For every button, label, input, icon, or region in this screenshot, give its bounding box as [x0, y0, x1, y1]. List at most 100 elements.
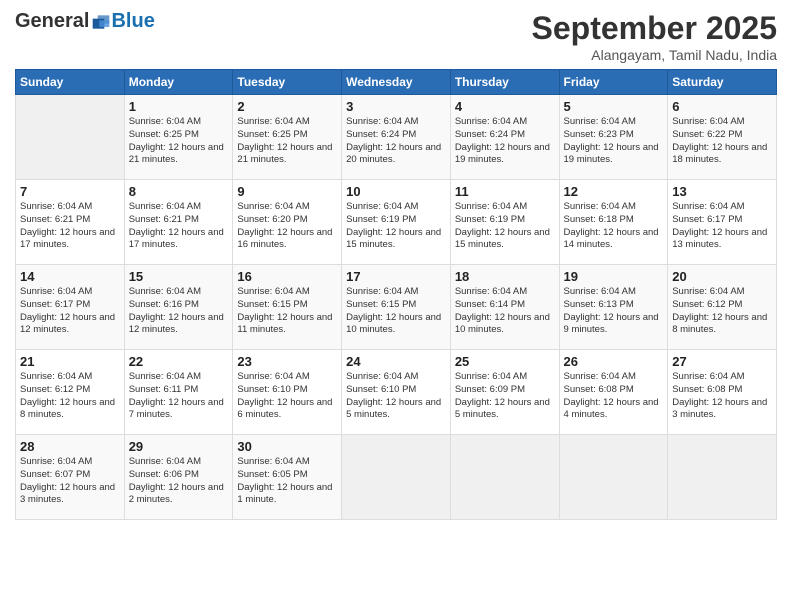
day-cell: 3 Sunrise: 6:04 AM Sunset: 6:24 PM Daylig…	[342, 95, 451, 180]
day-number: 20	[672, 269, 772, 284]
day-number: 16	[237, 269, 337, 284]
day-cell	[450, 435, 559, 520]
day-info: Sunrise: 6:04 AM Sunset: 6:17 PM Dayligh…	[672, 201, 772, 252]
week-row-4: 21 Sunrise: 6:04 AM Sunset: 6:12 PM Dayli…	[16, 350, 777, 435]
logo: General Blue	[15, 10, 155, 33]
day-cell: 26 Sunrise: 6:04 AM Sunset: 6:08 PM Dayli…	[559, 350, 668, 435]
day-number: 15	[129, 269, 229, 284]
day-cell: 24Sunrise: 6:04 AM Sunset: 6:10 PM Dayli…	[342, 350, 451, 435]
day-cell: 19 Sunrise: 6:04 AM Sunset: 6:13 PM Dayli…	[559, 265, 668, 350]
day-number: 13	[672, 184, 772, 199]
day-number: 14	[20, 269, 120, 284]
day-info: Sunrise: 6:04 AM Sunset: 6:14 PM Dayligh…	[455, 286, 555, 337]
day-cell: 18 Sunrise: 6:04 AM Sunset: 6:14 PM Dayli…	[450, 265, 559, 350]
week-row-2: 7Sunrise: 6:04 AM Sunset: 6:21 PM Daylig…	[16, 180, 777, 265]
day-info: Sunrise: 6:04 AM Sunset: 6:18 PM Dayligh…	[564, 201, 664, 252]
day-info: Sunrise: 6:04 AM Sunset: 6:17 PM Dayligh…	[20, 286, 120, 337]
day-cell: 12 Sunrise: 6:04 AM Sunset: 6:18 PM Dayli…	[559, 180, 668, 265]
day-number: 8	[129, 184, 229, 199]
day-number: 1	[129, 99, 229, 114]
day-cell: 8 Sunrise: 6:04 AM Sunset: 6:21 PM Daylig…	[124, 180, 233, 265]
day-number: 24	[346, 354, 446, 369]
logo-icon	[91, 12, 111, 32]
day-number: 28	[20, 439, 120, 454]
day-cell	[342, 435, 451, 520]
calendar-table: SundayMondayTuesdayWednesdayThursdayFrid…	[15, 69, 777, 520]
day-info: Sunrise: 6:04 AM Sunset: 6:21 PM Dayligh…	[129, 201, 229, 252]
weekday-header-monday: Monday	[124, 70, 233, 95]
weekday-header-row: SundayMondayTuesdayWednesdayThursdayFrid…	[16, 70, 777, 95]
day-info: Sunrise: 6:04 AM Sunset: 6:20 PM Dayligh…	[237, 201, 337, 252]
location: Alangayam, Tamil Nadu, India	[532, 47, 777, 63]
page: General Blue September 2025 Alangayam, T…	[0, 0, 792, 612]
weekday-header-tuesday: Tuesday	[233, 70, 342, 95]
day-number: 12	[564, 184, 664, 199]
day-cell: 29Sunrise: 6:04 AM Sunset: 6:06 PM Dayli…	[124, 435, 233, 520]
day-number: 30	[237, 439, 337, 454]
day-cell: 5Sunrise: 6:04 AM Sunset: 6:23 PM Daylig…	[559, 95, 668, 180]
day-number: 18	[455, 269, 555, 284]
day-cell: 25 Sunrise: 6:04 AM Sunset: 6:09 PM Dayli…	[450, 350, 559, 435]
day-info: Sunrise: 6:04 AM Sunset: 6:08 PM Dayligh…	[672, 371, 772, 422]
day-cell: 7Sunrise: 6:04 AM Sunset: 6:21 PM Daylig…	[16, 180, 125, 265]
title-block: September 2025 Alangayam, Tamil Nadu, In…	[532, 10, 777, 63]
day-cell: 9 Sunrise: 6:04 AM Sunset: 6:20 PM Daylig…	[233, 180, 342, 265]
logo-blue: Blue	[111, 10, 154, 33]
day-info: Sunrise: 6:04 AM Sunset: 6:07 PM Dayligh…	[20, 456, 120, 507]
day-cell: 15 Sunrise: 6:04 AM Sunset: 6:16 PM Dayli…	[124, 265, 233, 350]
day-cell: 11Sunrise: 6:04 AM Sunset: 6:19 PM Dayli…	[450, 180, 559, 265]
month-title: September 2025	[532, 10, 777, 47]
day-info: Sunrise: 6:04 AM Sunset: 6:13 PM Dayligh…	[564, 286, 664, 337]
day-number: 9	[237, 184, 337, 199]
week-row-5: 28 Sunrise: 6:04 AM Sunset: 6:07 PM Dayli…	[16, 435, 777, 520]
day-info: Sunrise: 6:04 AM Sunset: 6:12 PM Dayligh…	[20, 371, 120, 422]
day-info: Sunrise: 6:04 AM Sunset: 6:21 PM Dayligh…	[20, 201, 120, 252]
day-cell	[668, 435, 777, 520]
day-info: Sunrise: 6:04 AM Sunset: 6:10 PM Dayligh…	[237, 371, 337, 422]
weekday-header-sunday: Sunday	[16, 70, 125, 95]
day-info: Sunrise: 6:04 AM Sunset: 6:22 PM Dayligh…	[672, 116, 772, 167]
day-cell: 10Sunrise: 6:04 AM Sunset: 6:19 PM Dayli…	[342, 180, 451, 265]
day-number: 27	[672, 354, 772, 369]
week-row-3: 14 Sunrise: 6:04 AM Sunset: 6:17 PM Dayli…	[16, 265, 777, 350]
day-number: 3	[346, 99, 446, 114]
day-number: 23	[237, 354, 337, 369]
day-info: Sunrise: 6:04 AM Sunset: 6:25 PM Dayligh…	[129, 116, 229, 167]
day-cell: 23 Sunrise: 6:04 AM Sunset: 6:10 PM Dayli…	[233, 350, 342, 435]
day-cell: 6 Sunrise: 6:04 AM Sunset: 6:22 PM Daylig…	[668, 95, 777, 180]
weekday-header-thursday: Thursday	[450, 70, 559, 95]
day-info: Sunrise: 6:04 AM Sunset: 6:24 PM Dayligh…	[346, 116, 446, 167]
day-info: Sunrise: 6:04 AM Sunset: 6:08 PM Dayligh…	[564, 371, 664, 422]
day-cell	[559, 435, 668, 520]
day-cell: 30Sunrise: 6:04 AM Sunset: 6:05 PM Dayli…	[233, 435, 342, 520]
day-info: Sunrise: 6:04 AM Sunset: 6:24 PM Dayligh…	[455, 116, 555, 167]
weekday-header-saturday: Saturday	[668, 70, 777, 95]
day-cell: 27 Sunrise: 6:04 AM Sunset: 6:08 PM Dayli…	[668, 350, 777, 435]
day-number: 19	[564, 269, 664, 284]
day-cell: 4Sunrise: 6:04 AM Sunset: 6:24 PM Daylig…	[450, 95, 559, 180]
day-info: Sunrise: 6:04 AM Sunset: 6:19 PM Dayligh…	[346, 201, 446, 252]
day-info: Sunrise: 6:04 AM Sunset: 6:09 PM Dayligh…	[455, 371, 555, 422]
logo-general: General	[15, 10, 89, 33]
day-cell: 13 Sunrise: 6:04 AM Sunset: 6:17 PM Dayli…	[668, 180, 777, 265]
day-number: 26	[564, 354, 664, 369]
day-number: 22	[129, 354, 229, 369]
day-number: 6	[672, 99, 772, 114]
header: General Blue September 2025 Alangayam, T…	[15, 10, 777, 63]
day-cell: 20 Sunrise: 6:04 AM Sunset: 6:12 PM Dayli…	[668, 265, 777, 350]
day-cell: 14 Sunrise: 6:04 AM Sunset: 6:17 PM Dayli…	[16, 265, 125, 350]
day-number: 21	[20, 354, 120, 369]
day-info: Sunrise: 6:04 AM Sunset: 6:06 PM Dayligh…	[129, 456, 229, 507]
day-number: 17	[346, 269, 446, 284]
day-number: 11	[455, 184, 555, 199]
logo-text: General Blue	[15, 10, 155, 33]
day-cell: 2Sunrise: 6:04 AM Sunset: 6:25 PM Daylig…	[233, 95, 342, 180]
day-number: 25	[455, 354, 555, 369]
day-info: Sunrise: 6:04 AM Sunset: 6:15 PM Dayligh…	[237, 286, 337, 337]
day-cell: 21 Sunrise: 6:04 AM Sunset: 6:12 PM Dayli…	[16, 350, 125, 435]
day-info: Sunrise: 6:04 AM Sunset: 6:12 PM Dayligh…	[672, 286, 772, 337]
day-number: 5	[564, 99, 664, 114]
day-info: Sunrise: 6:04 AM Sunset: 6:16 PM Dayligh…	[129, 286, 229, 337]
day-cell: 22Sunrise: 6:04 AM Sunset: 6:11 PM Dayli…	[124, 350, 233, 435]
weekday-header-wednesday: Wednesday	[342, 70, 451, 95]
